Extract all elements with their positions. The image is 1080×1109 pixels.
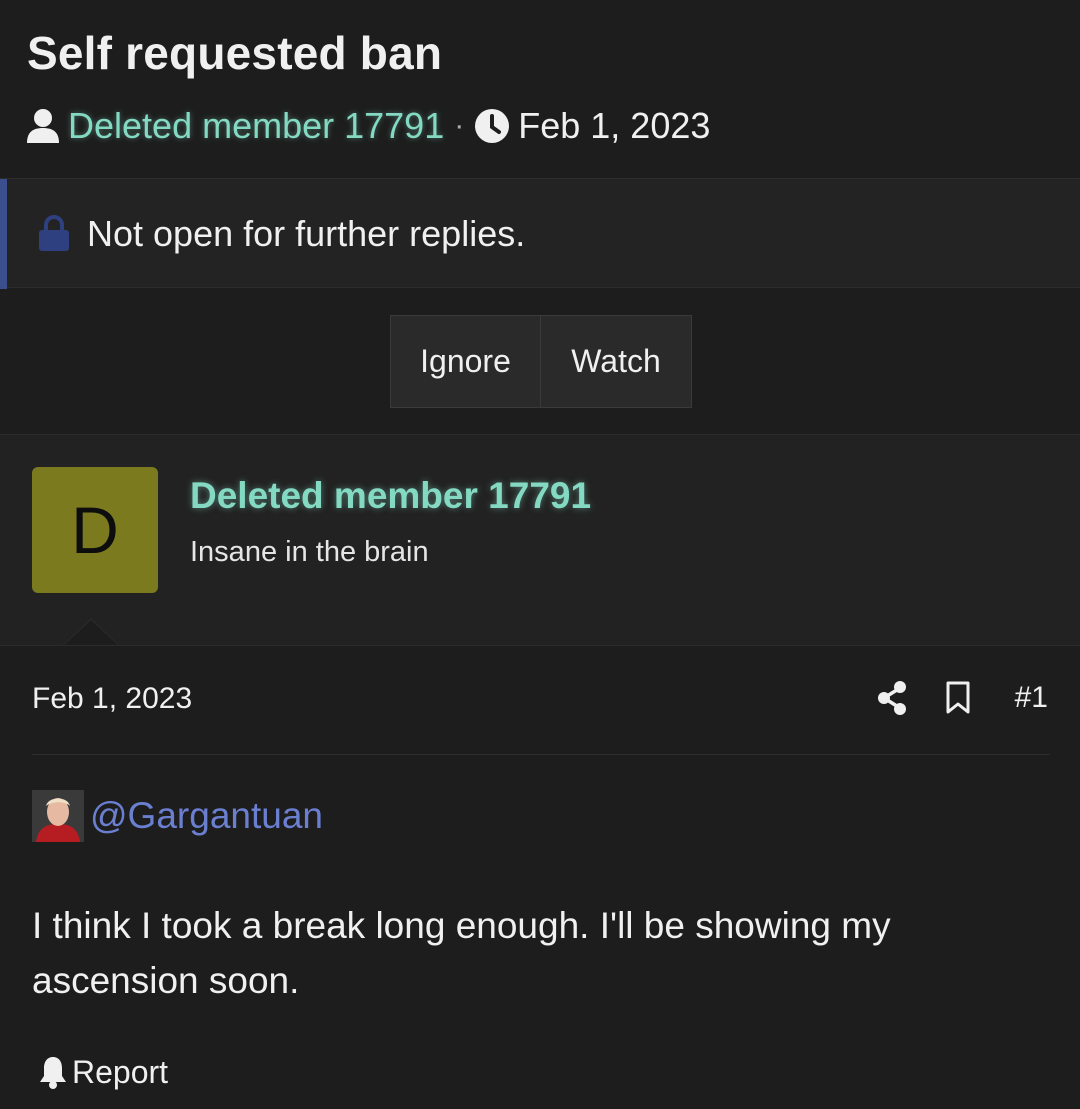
thread-title: Self requested ban bbox=[27, 27, 443, 79]
meta-separator: · bbox=[454, 109, 465, 142]
thread-date-link[interactable]: Feb 1, 2023 bbox=[518, 105, 710, 147]
report-link[interactable]: Report bbox=[38, 1052, 168, 1092]
user-title: Insane in the brain bbox=[190, 536, 429, 568]
section-divider bbox=[0, 645, 1080, 646]
share-icon[interactable] bbox=[877, 681, 907, 715]
thread-meta: Deleted member 17791 · Feb 1, 2023 bbox=[26, 104, 710, 148]
post-number-link[interactable]: #1 bbox=[1015, 681, 1048, 715]
post-user-block: D Deleted member 17791 Insane in the bra… bbox=[0, 435, 1080, 645]
ignore-button[interactable]: Ignore bbox=[391, 316, 541, 407]
post-actions: #1 bbox=[877, 676, 1048, 720]
mention-row: @Gargantuan bbox=[32, 789, 323, 843]
bell-icon bbox=[38, 1055, 68, 1089]
thread-header: Self requested ban Deleted member 17791 … bbox=[0, 0, 1080, 178]
notice-text: Not open for further replies. bbox=[87, 213, 526, 254]
bookmark-icon[interactable] bbox=[945, 681, 971, 715]
post-date-link[interactable]: Feb 1, 2023 bbox=[32, 682, 192, 716]
post-body: I think I took a break long enough. I'll… bbox=[32, 905, 891, 1001]
lock-icon bbox=[38, 215, 70, 256]
avatar[interactable]: D bbox=[32, 467, 158, 593]
thread-action-buttons: Ignore Watch bbox=[390, 315, 692, 408]
user-block-pointer-inner bbox=[63, 620, 119, 646]
clock-icon bbox=[474, 108, 510, 144]
notice-accent-bar bbox=[0, 179, 7, 289]
thread-author-link[interactable]: Deleted member 17791 bbox=[68, 105, 444, 147]
user-icon bbox=[26, 108, 60, 144]
thread-locked-notice: Not open for further replies. bbox=[0, 178, 1080, 289]
mention-avatar[interactable] bbox=[32, 790, 84, 842]
watch-button[interactable]: Watch bbox=[541, 316, 691, 407]
post-username[interactable]: Deleted member 17791 bbox=[190, 475, 591, 517]
post-divider bbox=[32, 754, 1050, 755]
mention-link[interactable]: @Gargantuan bbox=[90, 795, 323, 837]
report-label: Report bbox=[72, 1053, 169, 1090]
